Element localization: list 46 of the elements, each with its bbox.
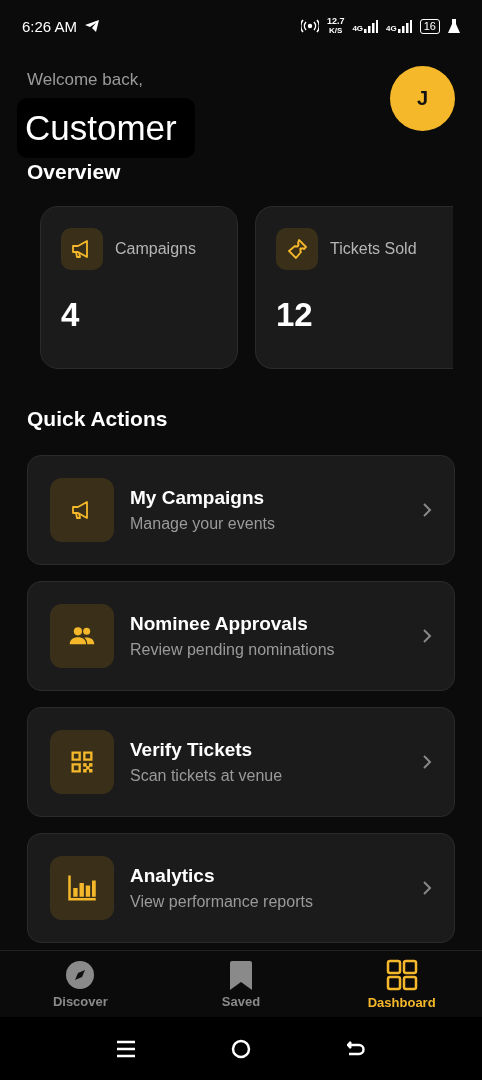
- action-subtitle: Scan tickets at venue: [130, 767, 284, 785]
- action-card[interactable]: Verify Tickets Scan tickets at venue: [27, 707, 455, 817]
- compass-icon[interactable]: [65, 959, 96, 990]
- stat-label: Campaigns: [115, 240, 196, 258]
- signal-icon: [397, 19, 412, 33]
- nav-tab[interactable]: Discover: [0, 951, 161, 1017]
- action-title: Verify Tickets: [130, 739, 254, 761]
- action-title: Analytics: [130, 865, 216, 887]
- action-title: My Campaigns: [130, 487, 266, 509]
- network-type: 4G: [386, 23, 397, 33]
- welcome-text: Welcome back,: [27, 70, 144, 90]
- action-subtitle: Manage your events: [130, 515, 276, 533]
- home-icon[interactable]: [231, 1038, 251, 1059]
- network-type: 4G: [352, 23, 364, 33]
- chevron-right-icon: [422, 628, 432, 644]
- hotspot-icon: [300, 19, 319, 33]
- flask-icon: [448, 19, 460, 33]
- action-subtitle: View performance reports: [130, 893, 314, 911]
- action-card[interactable]: Analytics View performance reports: [27, 833, 455, 943]
- network-speed: 12.7 K/S: [326, 17, 345, 35]
- nav-tab[interactable]: Dashboard: [321, 951, 482, 1017]
- chevron-right-icon: [422, 754, 432, 770]
- bar-chart-icon: [67, 874, 97, 902]
- action-card[interactable]: My Campaigns Manage your events: [27, 455, 455, 565]
- section-title: Quick Actions: [27, 407, 169, 431]
- back-icon[interactable]: [347, 1040, 365, 1057]
- stat-value: 12: [276, 296, 314, 334]
- bookmark-icon[interactable]: [229, 959, 253, 990]
- action-subtitle: Review pending nominations: [130, 641, 336, 659]
- grid-icon[interactable]: [385, 958, 418, 991]
- avatar[interactable]: J: [390, 66, 455, 131]
- user-name: Customer: [17, 98, 195, 158]
- chevron-right-icon: [422, 502, 432, 518]
- send-icon: [85, 20, 100, 32]
- battery-level: 16: [419, 18, 440, 34]
- menu-icon[interactable]: [117, 1039, 135, 1058]
- action-title: Nominee Approvals: [130, 613, 309, 635]
- signal-icon: [364, 19, 379, 33]
- status-time: 6:26 AM: [22, 17, 78, 35]
- action-card[interactable]: Nominee Approvals Review pending nominations: [27, 581, 455, 691]
- stat-value: 4: [61, 296, 81, 334]
- nav-tab[interactable]: Saved: [160, 951, 322, 1017]
- chevron-right-icon: [422, 880, 432, 896]
- stat-label: Tickets Sold: [330, 240, 417, 258]
- ticket-icon: [285, 237, 309, 261]
- section-title: Overview: [27, 160, 122, 184]
